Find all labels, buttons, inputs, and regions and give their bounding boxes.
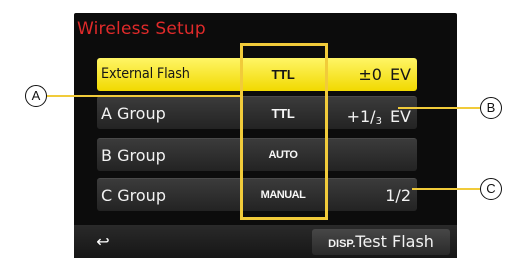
- menu-title: Wireless Setup: [77, 19, 206, 39]
- callout-b: B: [480, 97, 502, 119]
- callout-c-leader: [412, 188, 480, 190]
- mode-column-highlight: [240, 43, 328, 220]
- fraction: /3: [370, 107, 382, 127]
- compensation-value: ±0: [358, 65, 382, 84]
- fraction-denominator: 3: [375, 116, 382, 127]
- test-flash-button[interactable]: DISP.Test Flash: [312, 229, 450, 255]
- callout-a-leader: [46, 95, 243, 97]
- ev-unit: EV: [389, 107, 411, 126]
- ev-unit: EV: [389, 65, 411, 84]
- callout-c: C: [480, 178, 502, 200]
- return-icon: ↩: [96, 232, 110, 251]
- callout-a: A: [25, 85, 47, 107]
- row-label: C Group: [101, 186, 166, 205]
- row-label: B Group: [101, 146, 166, 165]
- callout-b-leader: [398, 107, 480, 109]
- flash-compensation: +1/3 EV: [347, 97, 411, 138]
- test-flash-label: Test Flash: [355, 232, 434, 251]
- back-button[interactable]: ↩: [88, 230, 118, 254]
- row-label: A Group: [101, 104, 166, 123]
- row-label: External Flash: [101, 66, 190, 82]
- flash-output-ratio: 1/2: [385, 186, 411, 205]
- flash-compensation: ±0 EV: [358, 58, 411, 91]
- compensation-value: +1: [346, 107, 371, 126]
- disp-icon: DISP.: [328, 238, 356, 250]
